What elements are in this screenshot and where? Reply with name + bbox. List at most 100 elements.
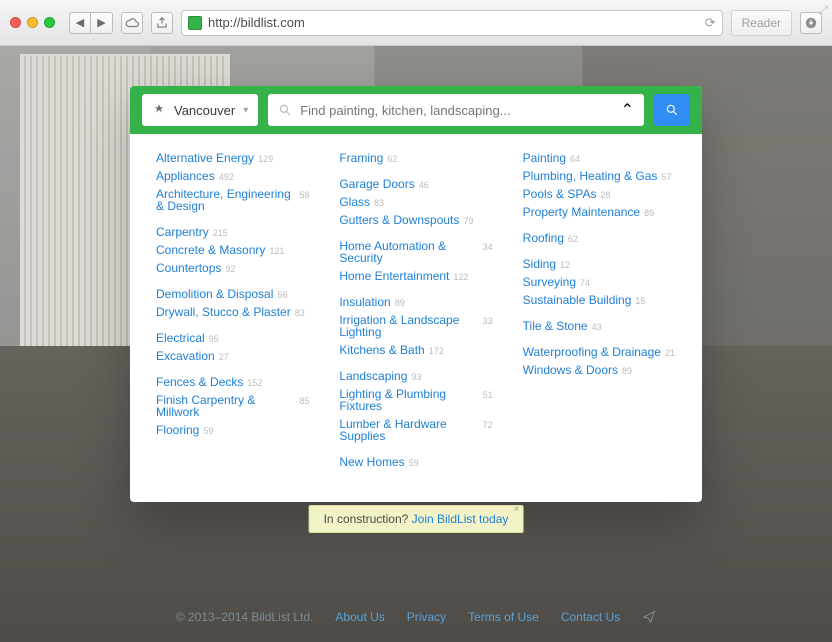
reader-button[interactable]: Reader (731, 10, 792, 36)
category-link[interactable]: Framing62 (339, 152, 492, 164)
category-link[interactable]: Fences & Decks152 (156, 376, 309, 388)
category-column: Painting64 Plumbing, Heating & Gas57 Pools… (523, 152, 676, 482)
minimize-window-button[interactable] (27, 17, 38, 28)
category-name: Architecture, Engineering & Design (156, 188, 295, 212)
category-link[interactable]: Concrete & Masonry121 (156, 244, 309, 256)
category-link[interactable]: Finish Carpentry & Millwork85 (156, 394, 309, 418)
browser-toolbar: ◀ ▶ http://bildlist.com ⟳ Reader (0, 0, 832, 46)
category-name: New Homes (339, 456, 404, 468)
share-button[interactable] (151, 12, 173, 34)
category-name: Pools & SPAs (523, 188, 597, 200)
category-link[interactable]: Windows & Doors89 (523, 364, 676, 376)
category-name: Glass (339, 196, 370, 208)
category-count: 51 (483, 391, 493, 400)
footer-link-terms[interactable]: Terms of Use (468, 610, 539, 624)
category-name: Carpentry (156, 226, 209, 238)
close-icon[interactable]: × (514, 504, 520, 515)
category-link[interactable]: Property Maintenance89 (523, 206, 676, 218)
category-link[interactable]: Plumbing, Heating & Gas57 (523, 170, 676, 182)
category-link[interactable]: Sustainable Building15 (523, 294, 676, 306)
cta-link[interactable]: Join BildList today (412, 512, 509, 526)
search-icon (278, 103, 292, 117)
category-link[interactable]: Countertops92 (156, 262, 309, 274)
search-input[interactable] (300, 103, 612, 118)
category-link[interactable]: Tile & Stone 43 (523, 320, 676, 332)
category-link[interactable]: Landscaping93 (339, 370, 492, 382)
category-link[interactable]: Excavation 27 (156, 350, 309, 362)
cta-banner: × In construction? Join BildList today (309, 505, 524, 533)
category-link[interactable]: Irrigation & Landscape Lighting33 (339, 314, 492, 338)
category-link[interactable]: Lighting & Plumbing Fixtures51 (339, 388, 492, 412)
category-link[interactable]: Carpentry 215 (156, 226, 309, 238)
category-link[interactable]: Home Entertainment122 (339, 270, 492, 282)
category-link[interactable]: Garage Doors46 (339, 178, 492, 190)
address-bar[interactable]: http://bildlist.com ⟳ (181, 10, 723, 36)
category-link[interactable]: Glass83 (339, 196, 492, 208)
category-link[interactable]: Kitchens & Bath172 (339, 344, 492, 356)
footer-link-about[interactable]: About Us (335, 610, 384, 624)
search-dropdown-toggle[interactable]: ⌃ (621, 100, 634, 120)
category-link[interactable]: Insulation89 (339, 296, 492, 308)
reload-button[interactable]: ⟳ (705, 15, 716, 31)
category-name: Painting (523, 152, 566, 164)
category-link[interactable]: Siding12 (523, 258, 676, 270)
category-link[interactable]: Drywall, Stucco & Plaster83 (156, 306, 309, 318)
category-name: Concrete & Masonry (156, 244, 265, 256)
category-link[interactable]: Lumber & Hardware Supplies72 (339, 418, 492, 442)
category-name: Sustainable Building (523, 294, 632, 306)
category-name: Roofing (523, 232, 564, 244)
category-name: Windows & Doors (523, 364, 618, 376)
footer-link-privacy[interactable]: Privacy (407, 610, 446, 624)
category-link[interactable]: Painting64 (523, 152, 676, 164)
category-link[interactable]: Electrical 95 (156, 332, 309, 344)
category-link[interactable]: Surveying74 (523, 276, 676, 288)
page-footer: © 2013–2014 BildList Ltd. About Us Priva… (0, 610, 832, 624)
category-count: 93 (411, 373, 421, 382)
category-link[interactable]: Home Automation & Security34 (339, 240, 492, 264)
share-icon (155, 16, 169, 30)
close-window-button[interactable] (10, 17, 21, 28)
window-controls (10, 17, 55, 28)
category-link[interactable]: Architecture, Engineering & Design 58 (156, 188, 309, 212)
category-count: 59 (409, 459, 419, 468)
category-count: 34 (483, 243, 493, 252)
category-link[interactable]: New Homes 59 (339, 456, 492, 468)
category-count: 28 (600, 191, 610, 200)
category-link[interactable]: Demolition & Disposal 56 (156, 288, 309, 300)
category-name: Fences & Decks (156, 376, 243, 388)
back-button[interactable]: ◀ (69, 12, 91, 34)
category-link[interactable]: Flooring59 (156, 424, 309, 436)
category-name: Tile & Stone (523, 320, 588, 332)
category-name: Waterproofing & Drainage (523, 346, 661, 358)
search-button[interactable] (654, 94, 690, 126)
category-name: Demolition & Disposal (156, 288, 273, 300)
category-count: 58 (299, 191, 309, 200)
search-strip: Vancouver ▾ ⌃ (130, 86, 702, 134)
category-count: 27 (219, 353, 229, 362)
category-name: Property Maintenance (523, 206, 640, 218)
category-link[interactable]: Alternative Energy129 (156, 152, 309, 164)
category-name: Flooring (156, 424, 199, 436)
category-count: 215 (213, 229, 228, 238)
category-count: 56 (277, 291, 287, 300)
category-link[interactable]: Roofing62 (523, 232, 676, 244)
category-link[interactable]: Pools & SPAs28 (523, 188, 676, 200)
icloud-button[interactable] (121, 12, 143, 34)
footer-link-contact[interactable]: Contact Us (561, 610, 620, 624)
paper-plane-icon (642, 610, 656, 624)
page-viewport: Vancouver ▾ ⌃ Alternative Energy129 Appli… (0, 46, 832, 642)
category-name: Plumbing, Heating & Gas (523, 170, 658, 182)
category-link[interactable]: Gutters & Downspouts79 (339, 214, 492, 226)
category-count: 43 (592, 323, 602, 332)
category-link[interactable]: Appliances492 (156, 170, 309, 182)
category-name: Excavation (156, 350, 215, 362)
category-link[interactable]: Waterproofing & Drainage21 (523, 346, 676, 358)
location-selector[interactable]: Vancouver ▾ (142, 94, 258, 126)
category-count: 95 (209, 335, 219, 344)
copyright: © 2013–2014 BildList Ltd. (176, 610, 314, 624)
category-name: Electrical (156, 332, 205, 344)
forward-button[interactable]: ▶ (91, 12, 113, 34)
chevron-down-icon: ▾ (243, 105, 248, 116)
category-count: 62 (387, 155, 397, 164)
zoom-window-button[interactable] (44, 17, 55, 28)
